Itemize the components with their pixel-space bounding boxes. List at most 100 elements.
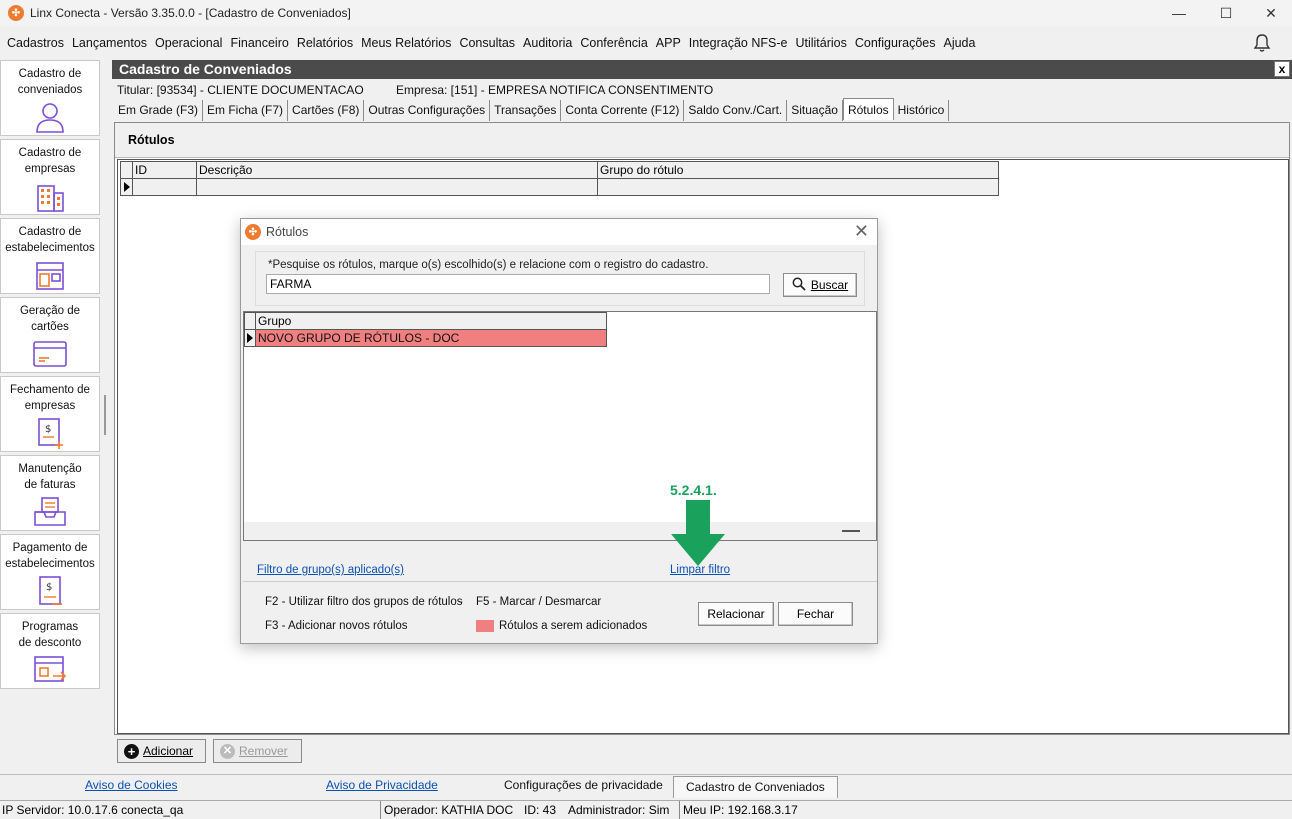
grid-header-grupo-rotulo[interactable]: Grupo do rótulo <box>597 161 999 179</box>
window-title: Linx Conecta - Versão 3.35.0.0 - [Cadast… <box>30 6 351 20</box>
grid-header-id[interactable]: ID <box>132 161 197 179</box>
tab-saldo-conv-cart[interactable]: Saldo Conv./Cart. <box>684 100 788 121</box>
privacy-notice-link[interactable]: Aviso de Privacidade <box>326 778 438 792</box>
menu-meus-relatorios[interactable]: Meus Relatórios <box>357 36 455 50</box>
store-icon <box>32 259 68 291</box>
plus-icon: + <box>124 743 139 759</box>
svg-text:$: $ <box>46 582 52 593</box>
sidebar-item-manutencao-faturas[interactable]: Manutenção de faturas <box>0 455 100 531</box>
sidebar-item-programas-desconto[interactable]: Programas de desconto <box>0 613 100 689</box>
empresa-info: Empresa: [151] - EMPRESA NOTIFICA CONSEN… <box>396 83 714 97</box>
search-input[interactable] <box>266 274 770 294</box>
sidebar-item-label: Manutenção de faturas <box>18 463 82 491</box>
sidebar-item-geracao-cartoes[interactable]: Geração de cartões <box>0 297 100 373</box>
close-window-button[interactable]: ✕ <box>1248 0 1292 26</box>
menu-financeiro[interactable]: Financeiro <box>226 36 292 50</box>
menu-lancamentos[interactable]: Lançamentos <box>68 36 151 50</box>
horizontal-scrollbar[interactable] <box>244 522 876 540</box>
grid-indicator-header <box>244 312 256 330</box>
tab-transacoes[interactable]: Transações <box>490 100 562 121</box>
search-button[interactable]: Buscar <box>783 273 857 297</box>
rotulos-grid: ID Descrição Grupo do rótulo <box>120 161 999 196</box>
grid-cell[interactable] <box>196 178 598 196</box>
shortcut-f2: F2 - Utilizar filtro dos grupos de rótul… <box>265 596 463 608</box>
status-bar: IP Servidor: 10.0.17.6 conecta_qa Operad… <box>0 800 1292 819</box>
menu-configuracoes[interactable]: Configurações <box>851 36 940 50</box>
tab-cadastro-conveniados[interactable]: Cadastro de Conveniados <box>673 776 838 798</box>
remove-button[interactable]: ✕ Remover <box>213 739 302 763</box>
menu-app[interactable]: APP <box>652 36 685 50</box>
status-separator <box>679 801 680 819</box>
menu-cadastros[interactable]: Cadastros <box>3 36 68 50</box>
filter-applied-link[interactable]: Filtro de grupo(s) aplicado(s) <box>257 564 404 576</box>
sidebar-splitter[interactable] <box>104 395 106 435</box>
sidebar-item-fechamento-empresas[interactable]: Fechamento de empresas $ <box>0 376 100 452</box>
status-separator <box>380 801 381 819</box>
remove-icon: ✕ <box>220 743 235 759</box>
grid-cell[interactable] <box>597 178 999 196</box>
title-bar: ✣ Linx Conecta - Versão 3.35.0.0 - [Cada… <box>0 0 1292 26</box>
sidebar-item-cadastro-empresas[interactable]: Cadastro de empresas <box>0 139 100 215</box>
grid-cell[interactable] <box>132 178 197 196</box>
tab-situacao[interactable]: Situação <box>787 100 843 121</box>
bottom-tab-bar: Aviso de Cookies Aviso de Privacidade Co… <box>0 774 1292 798</box>
tab-bar: Em Grade (F3) Em Ficha (F7) Cartões (F8)… <box>114 98 950 121</box>
payment-doc-icon: $ <box>32 575 68 607</box>
tab-em-ficha[interactable]: Em Ficha (F7) <box>203 100 289 121</box>
tab-em-grade[interactable]: Em Grade (F3) <box>114 100 204 121</box>
menu-bar: Cadastros Lançamentos Operacional Financ… <box>0 30 1292 56</box>
relate-button[interactable]: Relacionar <box>698 602 774 626</box>
minimize-button[interactable]: — <box>1156 0 1202 26</box>
search-button-label: Buscar <box>810 278 849 292</box>
panel-close-button[interactable]: x <box>1274 61 1290 77</box>
grid-header-descricao[interactable]: Descrição <box>196 161 598 179</box>
sidebar-item-cadastro-estabelecimentos[interactable]: Cadastro de estabelecimentos <box>0 218 100 294</box>
card-icon <box>32 338 68 370</box>
add-button[interactable]: + Adicionar <box>117 739 206 763</box>
table-row[interactable]: NOVO GRUPO DE RÓTULOS - DOC <box>244 329 607 347</box>
table-row[interactable] <box>120 178 999 196</box>
tab-outras-configuracoes[interactable]: Outras Configurações <box>364 100 491 121</box>
menu-operacional[interactable]: Operacional <box>151 36 226 50</box>
sidebar: Cadastro de conveniados Cadastro de empr… <box>0 60 101 692</box>
menu-consultas[interactable]: Consultas <box>455 36 519 50</box>
invoice-add-icon: $ <box>32 417 68 449</box>
menu-integracao-nfse[interactable]: Integração NFS-e <box>685 36 792 50</box>
menu-ajuda[interactable]: Ajuda <box>939 36 979 50</box>
scroll-thumb[interactable] <box>842 530 860 532</box>
tab-cartoes[interactable]: Cartões (F8) <box>288 100 365 121</box>
menu-relatorios[interactable]: Relatórios <box>293 36 357 50</box>
menu-auditoria[interactable]: Auditoria <box>519 36 576 50</box>
svg-text:$: $ <box>45 424 51 435</box>
operator-status: Operador: KATHIA DOC <box>384 803 514 817</box>
privacy-settings-tab[interactable]: Configurações de privacidade <box>504 778 663 792</box>
maximize-button[interactable]: ☐ <box>1203 0 1249 26</box>
shortcut-f5: F5 - Marcar / Desmarcar <box>476 596 602 608</box>
grid-header-grupo[interactable]: Grupo <box>255 312 607 330</box>
tab-rotulos[interactable]: Rótulos <box>842 98 894 120</box>
dialog-close-button[interactable]: ✕ <box>854 221 869 242</box>
row-pointer-icon <box>120 178 133 196</box>
menu-utilitarios[interactable]: Utilitários <box>791 36 850 50</box>
group-cell[interactable]: NOVO GRUPO DE RÓTULOS - DOC <box>255 329 607 347</box>
sidebar-item-cadastro-conveniados[interactable]: Cadastro de conveniados <box>0 60 100 136</box>
add-button-label: Adicionar <box>143 744 194 758</box>
tab-conta-corrente[interactable]: Conta Corrente (F12) <box>561 100 685 121</box>
sidebar-item-label: Fechamento de empresas <box>10 384 90 412</box>
notification-bell-icon[interactable] <box>1252 33 1272 58</box>
sidebar-item-pagamento-estabelecimentos[interactable]: Pagamento de estabelecimentos $ <box>0 534 100 610</box>
tab-historico[interactable]: Histórico <box>894 100 950 121</box>
cookies-notice-link[interactable]: Aviso de Cookies <box>85 778 178 792</box>
menu-conferencia[interactable]: Conferência <box>576 36 651 50</box>
rotulos-dialog: ✣ Rótulos ✕ *Pesquise os rótulos, marque… <box>240 218 878 644</box>
panel-header: Cadastro de Conveniados x <box>112 60 1292 79</box>
row-pointer-icon <box>244 329 256 347</box>
dialog-title-bar: ✣ Rótulos ✕ <box>241 219 877 245</box>
clear-filter-link[interactable]: Limpar filtro <box>670 564 730 576</box>
sidebar-item-label: Cadastro de empresas <box>18 147 82 175</box>
panel-title: Cadastro de Conveniados <box>119 61 292 77</box>
close-dialog-button[interactable]: Fechar <box>778 602 853 626</box>
titular-info: Titular: [93534] - CLIENTE DOCUMENTACAO <box>117 83 364 97</box>
sidebar-item-label: Pagamento de estabelecimentos <box>5 542 95 570</box>
grid-indicator-header <box>120 161 133 179</box>
